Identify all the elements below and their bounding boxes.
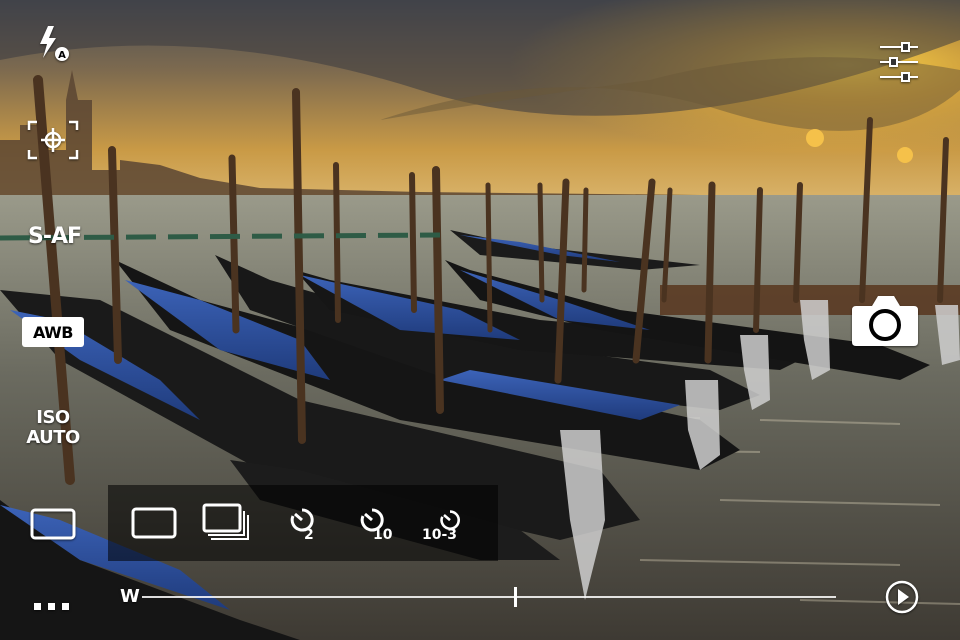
white-balance-label: AWB	[32, 322, 74, 342]
zoom-slider-track[interactable]	[142, 596, 836, 598]
white-balance-button[interactable]: AWB	[22, 317, 84, 347]
drive-timer-10-button[interactable]: 10	[348, 485, 408, 561]
drive-timer-10-3-button[interactable]: 10-3	[418, 485, 482, 561]
zoom-slider-handle[interactable]	[514, 587, 517, 607]
more-icon	[34, 603, 69, 610]
focus-point-icon	[27, 120, 79, 160]
single-frame-icon	[131, 507, 177, 539]
iso-label: ISO	[36, 407, 70, 428]
zoom-wide-label: W	[120, 586, 140, 607]
iso-value: AUTO	[26, 427, 80, 448]
drive-sequential-button[interactable]	[198, 485, 254, 561]
flash-badge: A	[58, 50, 66, 61]
more-button[interactable]	[34, 598, 70, 612]
sequential-frames-icon	[202, 503, 249, 540]
sliders-icon	[880, 42, 918, 82]
drive-timer-2-button[interactable]: 2	[278, 485, 328, 561]
flash-auto-icon: A	[40, 26, 69, 61]
play-button[interactable]	[884, 579, 920, 615]
settings-button[interactable]	[878, 42, 920, 82]
drive-mode-button[interactable]	[30, 508, 76, 540]
play-icon	[885, 580, 919, 614]
shutter-button[interactable]	[850, 294, 920, 348]
timer-10-3-label: 10-3	[422, 527, 458, 543]
timer-2-label: 2	[304, 527, 314, 543]
drive-mode-panel: 2 10 10-3	[108, 485, 498, 561]
camera-shutter-icon	[852, 296, 918, 346]
iso-button[interactable]: ISO AUTO	[20, 408, 86, 448]
focus-point-button[interactable]	[27, 120, 79, 160]
flash-button[interactable]: A	[36, 24, 72, 64]
focus-mode-button[interactable]: S-AF	[28, 224, 82, 249]
drive-single-button[interactable]	[126, 485, 182, 561]
timer-10-label: 10	[373, 527, 393, 543]
single-frame-icon	[30, 508, 76, 540]
